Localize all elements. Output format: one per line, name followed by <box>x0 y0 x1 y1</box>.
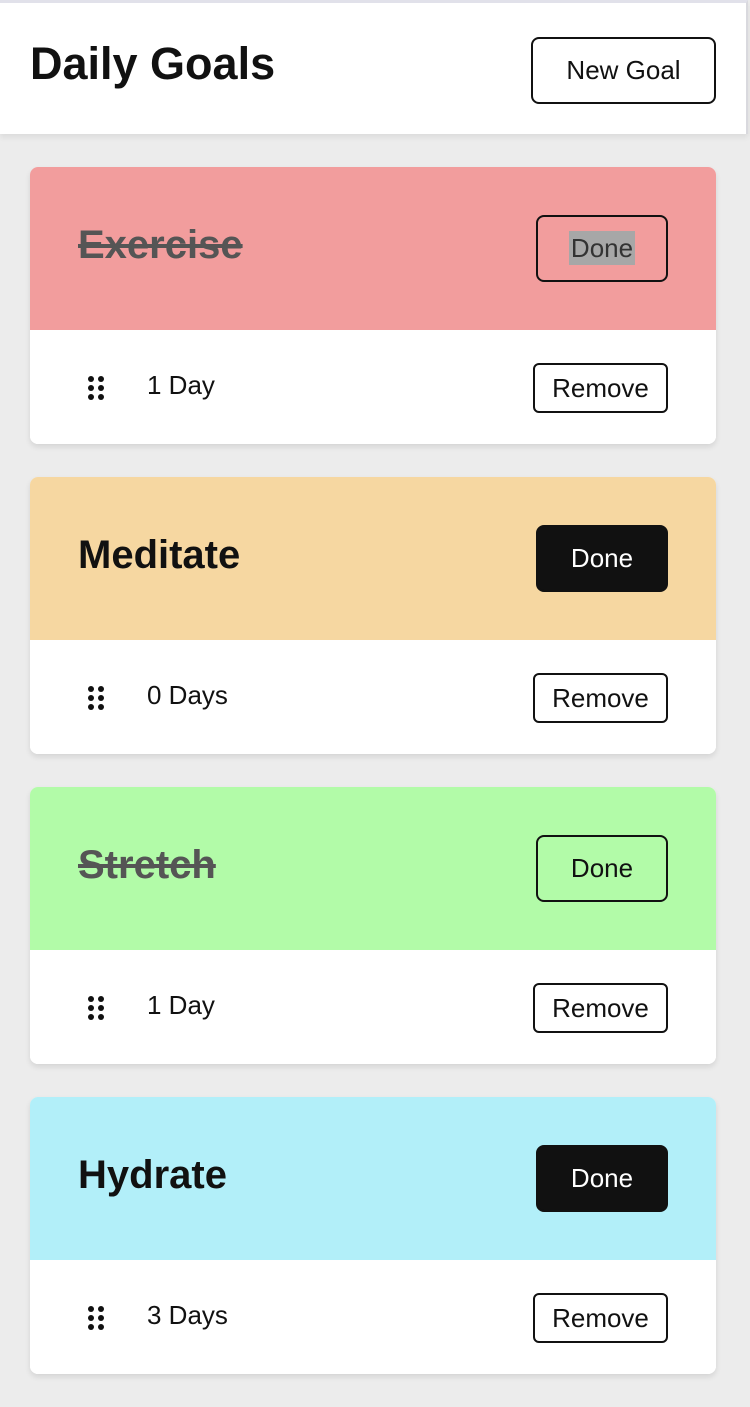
remove-button[interactable]: Remove <box>533 363 668 413</box>
streak-label: 3 Days <box>147 1300 228 1330</box>
drag-handle-icon[interactable] <box>88 1306 104 1330</box>
goal-card-exercise: Exercise Done 1 Day Remove <box>30 167 716 444</box>
done-button-label: Done <box>568 231 636 265</box>
done-button[interactable]: Done <box>536 215 668 282</box>
streak-label: 1 Day <box>147 370 215 400</box>
goal-title: Exercise <box>78 223 243 267</box>
remove-button[interactable]: Remove <box>533 983 668 1033</box>
goal-title: Meditate <box>78 533 241 577</box>
page-title: Daily Goals <box>30 38 276 89</box>
goal-card-footer: 0 Days Remove <box>30 640 716 754</box>
goal-card-header: Meditate Done <box>30 477 716 640</box>
done-button[interactable]: Done <box>536 835 668 902</box>
done-button[interactable]: Done <box>536 1145 668 1212</box>
goal-card-header: Exercise Done <box>30 167 716 330</box>
goal-title: Hydrate <box>78 1153 227 1197</box>
goal-card-meditate: Meditate Done 0 Days Remove <box>30 477 716 754</box>
streak-label: 0 Days <box>147 680 228 710</box>
streak-label: 1 Day <box>147 990 215 1020</box>
app-header: Daily Goals New Goal <box>0 0 748 134</box>
goal-title: Stretch <box>78 843 216 887</box>
goal-card-header: Hydrate Done <box>30 1097 716 1260</box>
goal-list: Exercise Done 1 Day Remove Meditate Done… <box>30 167 716 1407</box>
goal-card-footer: 3 Days Remove <box>30 1260 716 1374</box>
goal-card-hydrate: Hydrate Done 3 Days Remove <box>30 1097 716 1374</box>
drag-handle-icon[interactable] <box>88 686 104 710</box>
goal-card-header: Stretch Done <box>30 787 716 950</box>
drag-handle-icon[interactable] <box>88 996 104 1020</box>
done-button[interactable]: Done <box>536 525 668 592</box>
new-goal-button[interactable]: New Goal <box>531 37 716 104</box>
remove-button[interactable]: Remove <box>533 673 668 723</box>
drag-handle-icon[interactable] <box>88 376 104 400</box>
goal-card-footer: 1 Day Remove <box>30 950 716 1064</box>
goal-card-footer: 1 Day Remove <box>30 330 716 444</box>
goal-card-stretch: Stretch Done 1 Day Remove <box>30 787 716 1064</box>
